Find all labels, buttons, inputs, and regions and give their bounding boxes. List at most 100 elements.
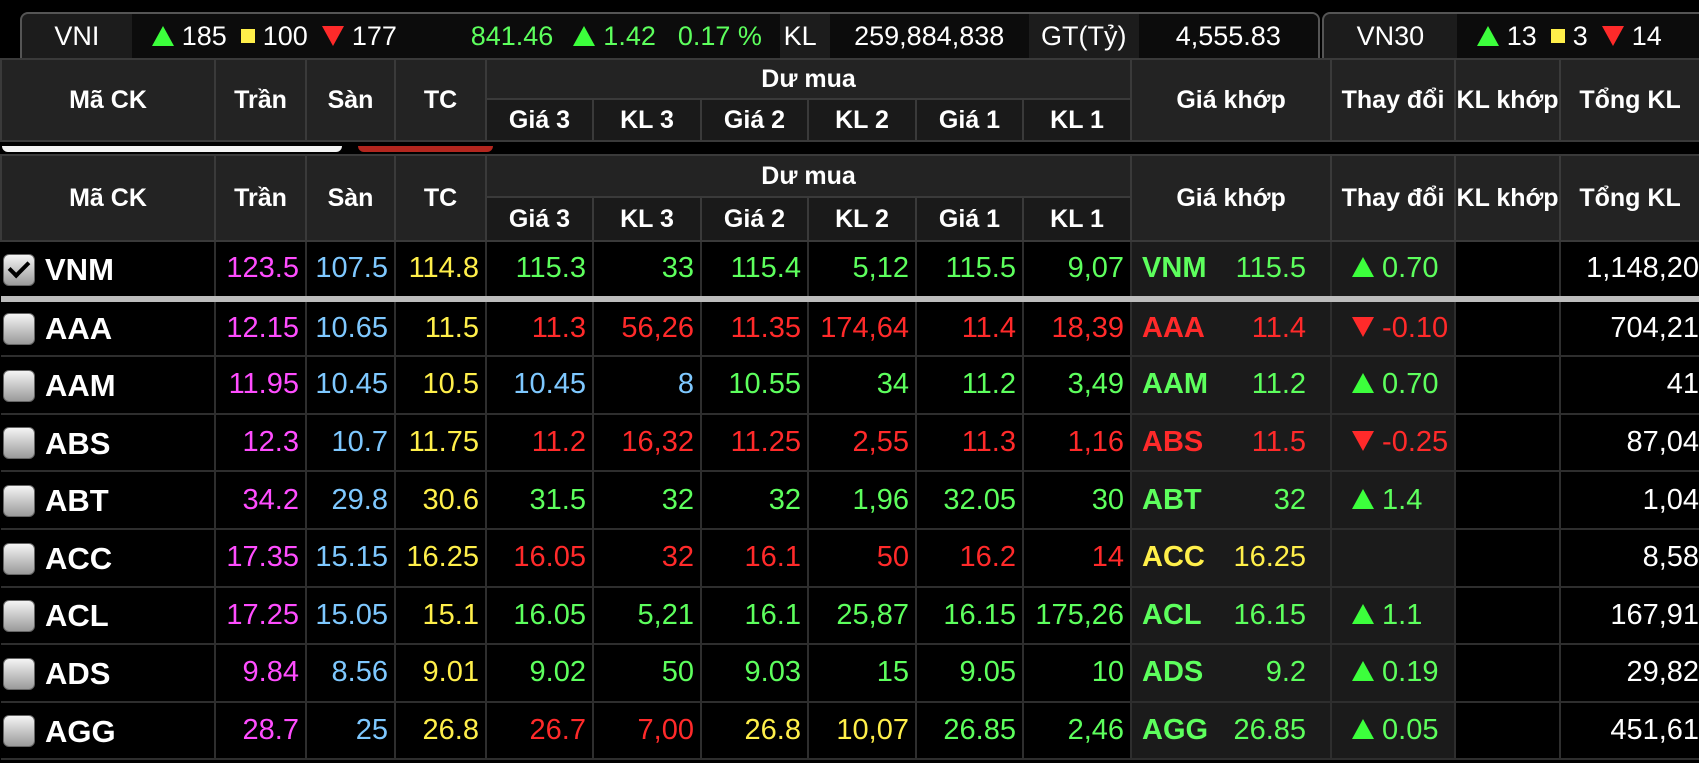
total-volume: 29,82 <box>1560 644 1699 703</box>
bid-price-1: 11.3 <box>916 413 1024 473</box>
matched-price-cell: AAA 11.4 <box>1131 298 1333 358</box>
table-row[interactable]: ADS 9.84 8.56 9.01 9.02 50 9.03 15 9.05 10 ADS 9.2 0… <box>1 644 1699 703</box>
vn30-up-count: 13 <box>1506 20 1537 51</box>
bid-volume-2: 174,64 <box>808 298 917 358</box>
stock-symbol: AAM <box>45 367 116 403</box>
ceiling-price: 123.5 <box>215 241 307 302</box>
bid-volume-1: 3,49 <box>1023 356 1133 415</box>
bid-volume-1: 10 <box>1023 644 1133 703</box>
down-arrow-icon <box>1352 316 1375 337</box>
bid-volume-2: 15 <box>808 644 917 703</box>
price-change: 1.1 <box>1331 586 1457 646</box>
checkbox-icon[interactable] <box>3 427 35 460</box>
col-san[interactable]: Sàn <box>305 154 396 242</box>
table-row[interactable]: ACL 17.25 15.05 15.1 16.05 5,21 16.1 25,87 16.15… <box>1 586 1699 646</box>
vn30-index-panel[interactable]: VN30 13 3 14 <box>1322 12 1699 58</box>
reference-price: 10.5 <box>395 356 487 415</box>
col-du-mua: Dư mua <box>484 154 1133 198</box>
ceiling-price: 11.95 <box>215 356 307 415</box>
floor-price: 107.5 <box>306 241 396 302</box>
price-change: 0.70 <box>1331 356 1457 415</box>
col-gia-khop[interactable]: Giá khớp <box>1130 154 1333 242</box>
vni-gt-label: GT(Tỷ) <box>1040 20 1127 51</box>
matched-symbol: VNM <box>1142 252 1207 285</box>
table-row[interactable]: ABT 34.2 29.8 30.6 31.5 32 32 1,96 32.05 30 ABT 32 1… <box>1 471 1699 530</box>
col-tong-kl[interactable]: Tổng KL <box>1559 154 1699 242</box>
matched-price-cell: ABT 32 <box>1131 471 1333 530</box>
bid-price-2: 10.55 <box>701 356 809 415</box>
stock-symbol: ABS <box>45 425 111 461</box>
symbol-cell[interactable]: ABT <box>1 471 216 530</box>
matched-symbol: ACC <box>1142 541 1205 574</box>
symbol-cell[interactable]: ABS <box>1 413 216 473</box>
col-gia3[interactable]: Giá 3 <box>485 196 594 242</box>
checkbox-icon[interactable] <box>3 715 35 748</box>
col-tran[interactable]: Trần <box>214 154 307 242</box>
symbol-cell[interactable]: AGG <box>1 701 216 761</box>
col-kl-khop: KL khớp <box>1454 58 1562 142</box>
vni-index-value: 841.46 <box>470 20 554 51</box>
total-volume: 41 <box>1560 356 1699 415</box>
matched-volume <box>1455 701 1562 761</box>
vni-kl-value: 259,884,838 <box>829 14 1029 58</box>
col-kl1[interactable]: KL 1 <box>1021 196 1133 242</box>
col-kl2[interactable]: KL 2 <box>807 196 917 242</box>
symbol-cell[interactable]: ACC <box>1 528 216 588</box>
checkbox-icon[interactable] <box>3 542 35 575</box>
col-thay-doi[interactable]: Thay đổi <box>1330 154 1457 242</box>
vn30-breadth: 13 3 14 <box>1456 14 1699 58</box>
symbol-cell[interactable]: AAM <box>1 356 216 415</box>
col-kl-khop[interactable]: KL khớp <box>1454 154 1562 242</box>
checkbox-icon[interactable] <box>3 600 35 633</box>
symbol-cell[interactable]: VNM <box>1 241 216 302</box>
price-change: 1.4 <box>1331 471 1457 530</box>
matched-price: 11.5 <box>1251 426 1307 459</box>
col-tc[interactable]: TC <box>394 154 487 242</box>
total-volume: 87,04 <box>1560 413 1699 473</box>
symbol-cell[interactable]: ACL <box>1 586 216 646</box>
matched-price: 26.85 <box>1233 714 1307 747</box>
matched-price: 32 <box>1273 483 1307 516</box>
bid-volume-3: 16,32 <box>593 413 702 473</box>
table-row[interactable]: ACC 17.35 15.15 16.25 16.05 32 16.1 50 16.2 14 ACC… <box>1 528 1699 588</box>
bid-price-2: 9.03 <box>701 644 809 703</box>
matched-price: 11.2 <box>1251 368 1307 401</box>
bid-price-2: 115.4 <box>701 241 809 302</box>
reference-price: 26.8 <box>395 701 487 761</box>
checkbox-icon[interactable] <box>3 485 35 518</box>
matched-symbol: ADS <box>1142 656 1204 689</box>
checkbox-icon[interactable] <box>3 657 35 690</box>
table-row[interactable]: AAA 12.15 10.65 11.5 11.3 56,26 11.35 174,64 11.… <box>1 298 1699 358</box>
price-change-value: 1.1 <box>1382 598 1423 631</box>
bid-volume-2: 50 <box>808 528 917 588</box>
symbol-cell[interactable]: AAA <box>1 298 216 358</box>
bid-volume-3: 33 <box>593 241 702 302</box>
col-gia2[interactable]: Giá 2 <box>700 196 809 242</box>
col-ma-ck[interactable]: Mã CK <box>0 154 216 242</box>
bid-volume-1: 9,07 <box>1023 241 1133 302</box>
matched-volume <box>1455 241 1562 302</box>
ceiling-price: 28.7 <box>215 701 307 761</box>
vni-change-pct: 0.17 % <box>677 20 762 51</box>
vni-index-panel[interactable]: VNI 185 100 177 841.46 1.42 0.17 % KL 25… <box>20 12 1320 58</box>
symbol-cell[interactable]: ADS <box>1 644 216 703</box>
bid-price-1: 115.5 <box>916 241 1024 302</box>
reference-price: 9.01 <box>395 644 487 703</box>
up-arrow-icon <box>1352 603 1375 624</box>
ceiling-price: 17.25 <box>215 586 307 646</box>
checkbox-icon[interactable] <box>3 313 35 346</box>
ref-square-icon <box>1550 29 1565 43</box>
price-change-value: 0.70 <box>1382 252 1439 285</box>
floor-price: 15.05 <box>306 586 396 646</box>
table-row[interactable]: AGG 28.7 25 26.8 26.7 7,00 26.8 10,07 26.85 2,46 A… <box>1 701 1699 761</box>
table-row[interactable]: VNM 123.5 107.5 114.8 115.3 33 115.4 5,12 115.5 9… <box>1 241 1699 302</box>
checkbox-checked-icon[interactable] <box>3 253 35 286</box>
up-arrow-icon <box>1352 488 1375 509</box>
col-kl3[interactable]: KL 3 <box>592 196 702 242</box>
total-volume: 1,148,20 <box>1560 241 1699 302</box>
col-gia1[interactable]: Giá 1 <box>915 196 1024 242</box>
bid-volume-1: 14 <box>1023 528 1133 588</box>
table-row[interactable]: AAM 11.95 10.45 10.5 10.45 8 10.55 34 11.2 3,49 AA… <box>1 356 1699 415</box>
table-row[interactable]: ABS 12.3 10.7 11.75 11.2 16,32 11.25 2,55 11.3 1,… <box>1 413 1699 473</box>
checkbox-icon[interactable] <box>3 369 35 402</box>
